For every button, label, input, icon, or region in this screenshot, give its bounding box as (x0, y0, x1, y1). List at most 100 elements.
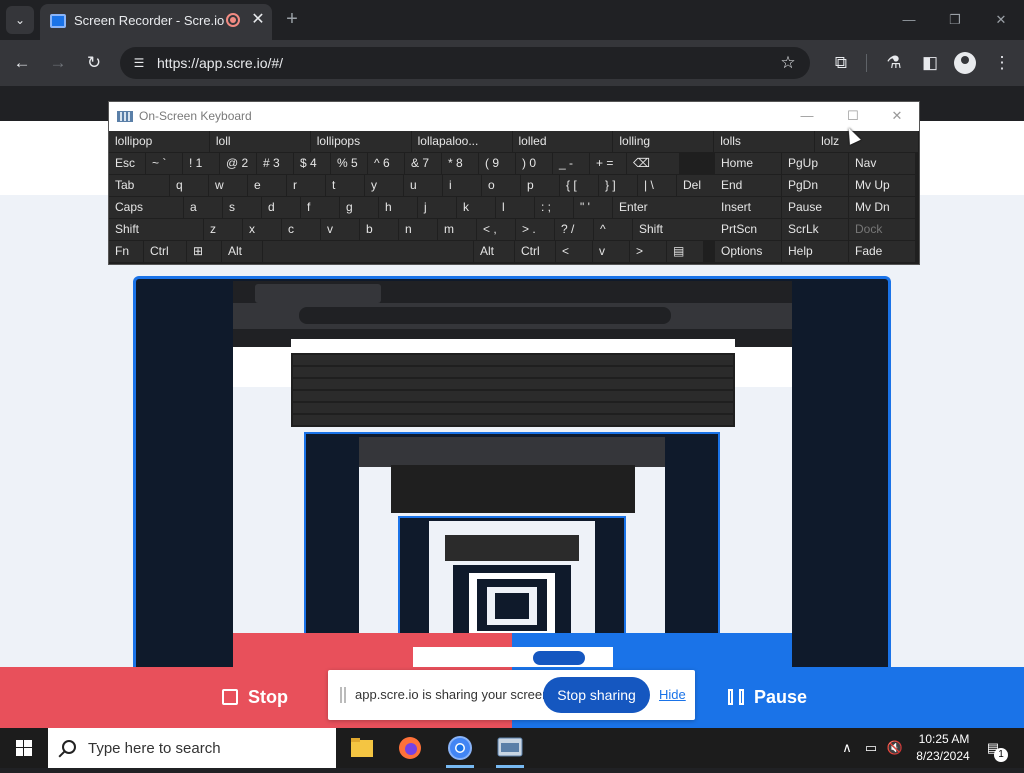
keyboard-key[interactable] (263, 241, 473, 262)
network-icon[interactable]: ▭ (862, 738, 880, 758)
nav-key[interactable]: Nav (849, 153, 915, 174)
pause-button[interactable]: Pause (728, 684, 807, 710)
hide-link[interactable]: Hide (659, 687, 686, 702)
nav-key[interactable]: Options (715, 241, 781, 262)
keyboard-key[interactable]: i (443, 175, 481, 196)
keyboard-key[interactable]: z (204, 219, 242, 240)
labs-button[interactable]: ⚗ (881, 50, 907, 76)
browser-tab[interactable]: Screen Recorder - Scre.io ✕ (40, 4, 272, 40)
minimize-button[interactable]: — (886, 8, 932, 32)
keyboard-key[interactable]: ⊞ (187, 241, 221, 262)
file-explorer-button[interactable] (338, 728, 386, 768)
keyboard-key[interactable]: j (418, 197, 456, 218)
keyboard-key[interactable]: y (365, 175, 403, 196)
tab-close-button[interactable]: ✕ (248, 10, 268, 30)
keyboard-key[interactable]: Fn (109, 241, 143, 262)
keyboard-key[interactable]: w (209, 175, 247, 196)
keyboard-key[interactable]: a (184, 197, 222, 218)
chevron-up-icon[interactable]: ∧ (838, 738, 856, 758)
keyboard-key[interactable]: _ - (553, 153, 589, 174)
nav-key[interactable]: Dock (849, 219, 915, 240)
stop-sharing-button[interactable]: Stop sharing (543, 677, 650, 713)
new-tab-button[interactable]: + (282, 8, 302, 32)
nav-key[interactable]: ScrLk (782, 219, 848, 240)
suggestion-key[interactable]: lolz (815, 131, 918, 152)
keyboard-key[interactable]: " ' (574, 197, 612, 218)
keyboard-key[interactable]: l (496, 197, 534, 218)
osk-maximize-button[interactable]: ☐ (841, 106, 865, 126)
keyboard-key[interactable]: ! 1 (183, 153, 219, 174)
keyboard-key[interactable]: Caps (109, 197, 183, 218)
forward-button[interactable]: → (45, 50, 71, 76)
side-panel-button[interactable]: ◧ (917, 50, 943, 76)
drag-handle-icon[interactable] (340, 687, 346, 703)
nav-key[interactable]: PrtScn (715, 219, 781, 240)
stop-button[interactable]: Stop (222, 684, 288, 710)
keyboard-key[interactable]: d (262, 197, 300, 218)
keyboard-key[interactable]: c (282, 219, 320, 240)
suggestion-key[interactable]: lolls (714, 131, 815, 152)
keyboard-key[interactable]: Ctrl (144, 241, 186, 262)
osk-minimize-button[interactable]: — (795, 106, 819, 126)
url-text[interactable]: https://app.scre.io/#/ (157, 55, 283, 71)
tab-search-button[interactable]: ⌄ (6, 6, 34, 34)
nav-key[interactable]: PgUp (782, 153, 848, 174)
keyboard-key[interactable]: ) 0 (516, 153, 552, 174)
keyboard-key[interactable]: # 3 (257, 153, 293, 174)
keyboard-key[interactable]: f (301, 197, 339, 218)
keyboard-key[interactable]: ( 9 (479, 153, 515, 174)
keyboard-key[interactable]: ? / (555, 219, 593, 240)
keyboard-key[interactable]: } ] (599, 175, 637, 196)
keyboard-key[interactable]: Enter (613, 197, 721, 218)
keyboard-key[interactable]: n (399, 219, 437, 240)
keyboard-key[interactable]: $ 4 (294, 153, 330, 174)
nav-key[interactable]: Fade (849, 241, 915, 262)
keyboard-key[interactable]: b (360, 219, 398, 240)
keyboard-key[interactable]: ⌫ (627, 153, 679, 174)
suggestion-key[interactable]: lollipops (310, 131, 411, 152)
keyboard-key[interactable]: Shift (633, 219, 721, 240)
osk-titlebar[interactable]: On-Screen Keyboard — ☐ ✕ (109, 102, 919, 131)
nav-key[interactable]: Home (715, 153, 781, 174)
keyboard-key[interactable]: ~ ` (146, 153, 182, 174)
keyboard-key[interactable]: Alt (222, 241, 262, 262)
keyboard-key[interactable]: ^ 6 (368, 153, 404, 174)
suggestion-key[interactable]: lollapaloo... (411, 131, 512, 152)
suggestion-key[interactable]: lolled (512, 131, 613, 152)
keyboard-key[interactable]: | \ (638, 175, 676, 196)
browser-menu-button[interactable]: ⋮ (989, 50, 1015, 76)
keyboard-key[interactable]: Ctrl (515, 241, 555, 262)
keyboard-key[interactable]: m (438, 219, 476, 240)
bookmark-button[interactable]: ☆ (776, 51, 800, 75)
keyboard-key[interactable]: Tab (109, 175, 169, 196)
keyboard-key[interactable]: h (379, 197, 417, 218)
clock-time[interactable]: 10:25 AM (914, 732, 974, 746)
volume-muted-icon[interactable]: 🔇 (886, 738, 904, 758)
nav-key[interactable]: Insert (715, 197, 781, 218)
keyboard-key[interactable]: < , (477, 219, 515, 240)
nav-key[interactable]: Pause (782, 197, 848, 218)
nav-key[interactable]: Help (782, 241, 848, 262)
nav-key[interactable]: Mv Up (849, 175, 915, 196)
keyboard-key[interactable]: + = (590, 153, 626, 174)
close-window-button[interactable]: ✕ (978, 8, 1024, 32)
on-screen-keyboard-task-button[interactable] (486, 728, 534, 768)
keyboard-key[interactable]: * 8 (442, 153, 478, 174)
suggestion-key[interactable]: lolling (613, 131, 714, 152)
keyboard-key[interactable]: q (170, 175, 208, 196)
taskbar-search-box[interactable]: Type here to search (48, 728, 336, 768)
keyboard-key[interactable]: r (287, 175, 325, 196)
keyboard-key[interactable]: v (593, 241, 629, 262)
extensions-button[interactable]: ⧉ (828, 50, 854, 76)
keyboard-key[interactable]: > . (516, 219, 554, 240)
suggestion-key[interactable]: loll (209, 131, 310, 152)
clock-date[interactable]: 8/23/2024 (910, 749, 976, 763)
keyboard-key[interactable]: u (404, 175, 442, 196)
keyboard-key[interactable]: Alt (474, 241, 514, 262)
keyboard-key[interactable]: v (321, 219, 359, 240)
keyboard-key[interactable]: Esc (109, 153, 145, 174)
keyboard-key[interactable]: { [ (560, 175, 598, 196)
keyboard-key[interactable]: > (630, 241, 666, 262)
keyboard-key[interactable]: ^ (594, 219, 632, 240)
suggestion-key[interactable]: lollipop (109, 131, 209, 152)
